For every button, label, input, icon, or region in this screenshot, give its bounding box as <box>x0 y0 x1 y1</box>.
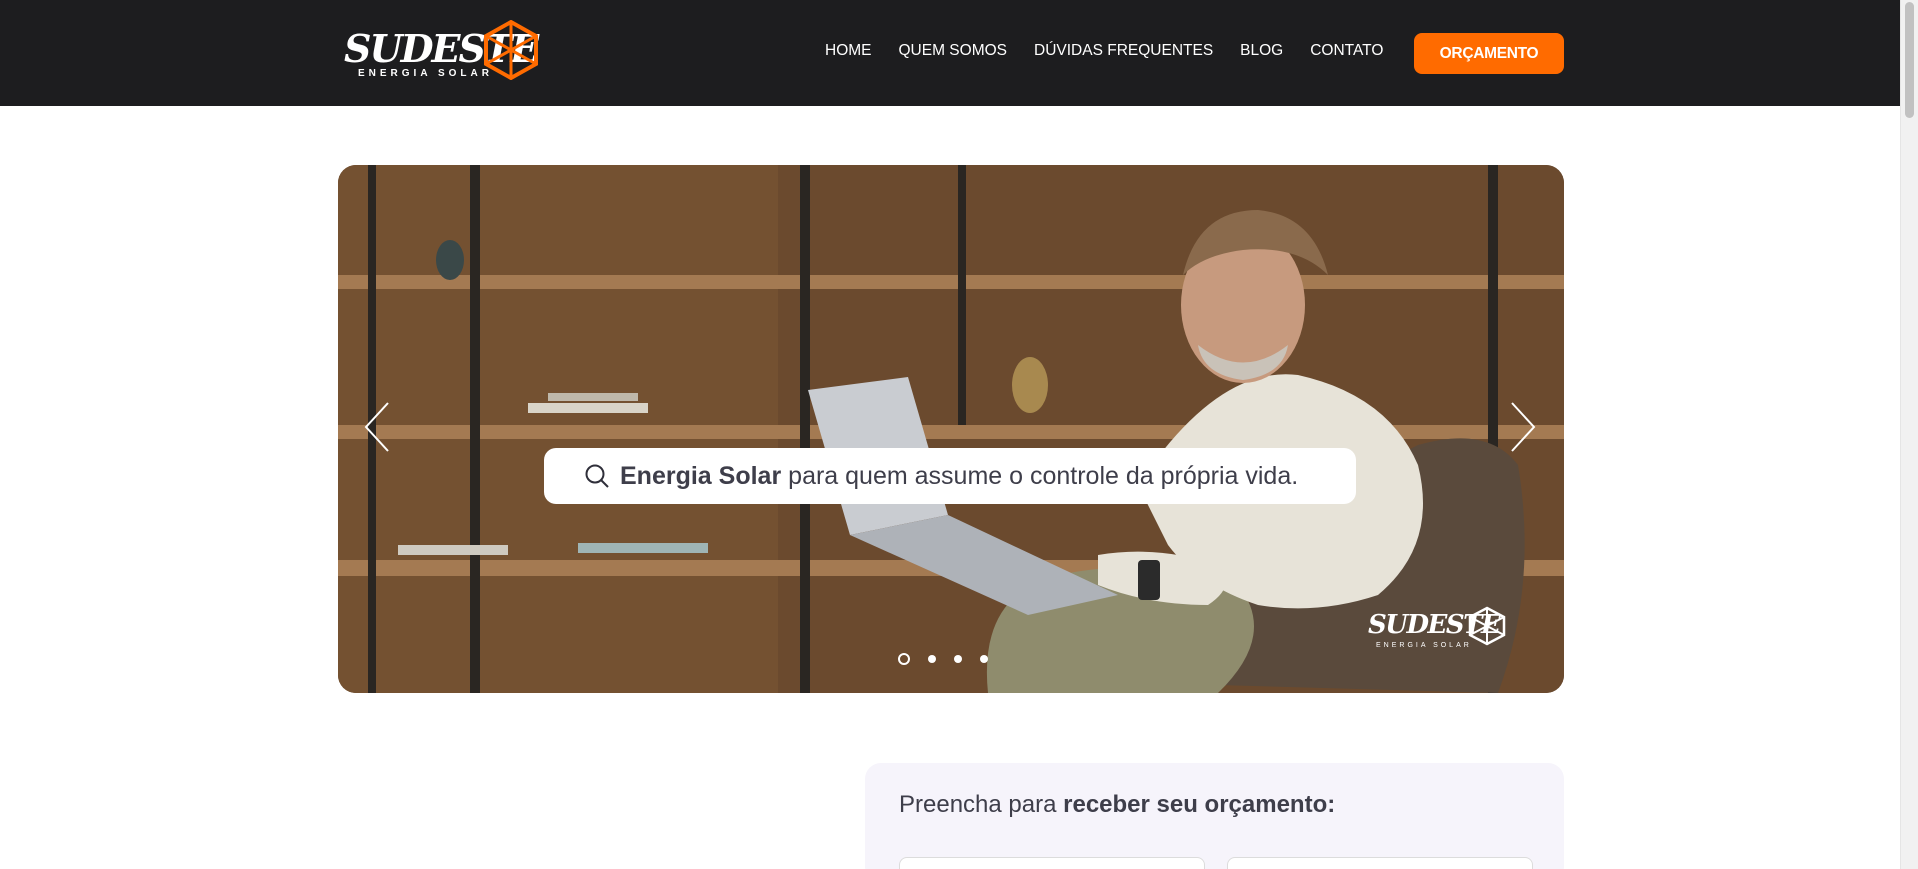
carousel-dots <box>898 653 988 665</box>
logo-mark-icon <box>1468 606 1506 646</box>
nav-duvidas-frequentes[interactable]: DÚVIDAS FREQUENTES <box>1034 42 1213 60</box>
hero-logo-tagline: ENERGIA SOLAR <box>1376 642 1472 649</box>
nav-contato[interactable]: CONTATO <box>1310 42 1383 60</box>
form-field-1[interactable] <box>899 857 1205 869</box>
logo-tagline: ENERGIA SOLAR <box>358 68 493 79</box>
form-title-prefix: Preencha para <box>899 791 1057 818</box>
form-title: Preencha para receber seu orçamento: <box>899 791 1335 819</box>
hero-headline-text: para quem assume o controle da própria v… <box>788 461 1299 490</box>
nav-home[interactable]: HOME <box>825 42 872 60</box>
hero-carousel: Energia Solar para quem assume o control… <box>338 165 1564 693</box>
chevron-left-icon[interactable] <box>362 401 392 453</box>
nav-blog[interactable]: BLOG <box>1240 42 1283 60</box>
scrollbar-thumb[interactable] <box>1905 2 1914 118</box>
hero-headline-bold: Energia Solar <box>620 461 782 490</box>
carousel-dot-4[interactable] <box>980 655 988 663</box>
carousel-dot-2[interactable] <box>928 655 936 663</box>
nav-quem-somos[interactable]: QUEM SOMOS <box>899 42 1008 60</box>
carousel-dot-3[interactable] <box>954 655 962 663</box>
main-nav: HOME QUEM SOMOS DÚVIDAS FREQUENTES BLOG … <box>825 42 1410 60</box>
site-logo[interactable]: SUDESTE ENERGIA SOLAR <box>344 20 540 84</box>
form-field-2[interactable] <box>1227 857 1533 869</box>
hero-watermark-logo: SUDESTE ENERGIA SOLAR <box>1368 606 1508 656</box>
search-icon <box>585 464 609 488</box>
quote-form-panel: Preencha para receber seu orçamento: <box>865 763 1564 869</box>
carousel-dot-1[interactable] <box>898 653 910 665</box>
page-scrollbar[interactable] <box>1900 0 1918 869</box>
chevron-right-icon[interactable] <box>1508 401 1538 453</box>
form-title-bold: receber seu orçamento: <box>1063 791 1336 818</box>
hero-search-banner: Energia Solar para quem assume o control… <box>544 448 1356 504</box>
site-header: SUDESTE ENERGIA SOLAR HOME QUEM SOMOS DÚ… <box>0 0 1900 106</box>
logo-mark-icon <box>484 20 538 80</box>
orcamento-button[interactable]: ORÇAMENTO <box>1414 33 1564 74</box>
